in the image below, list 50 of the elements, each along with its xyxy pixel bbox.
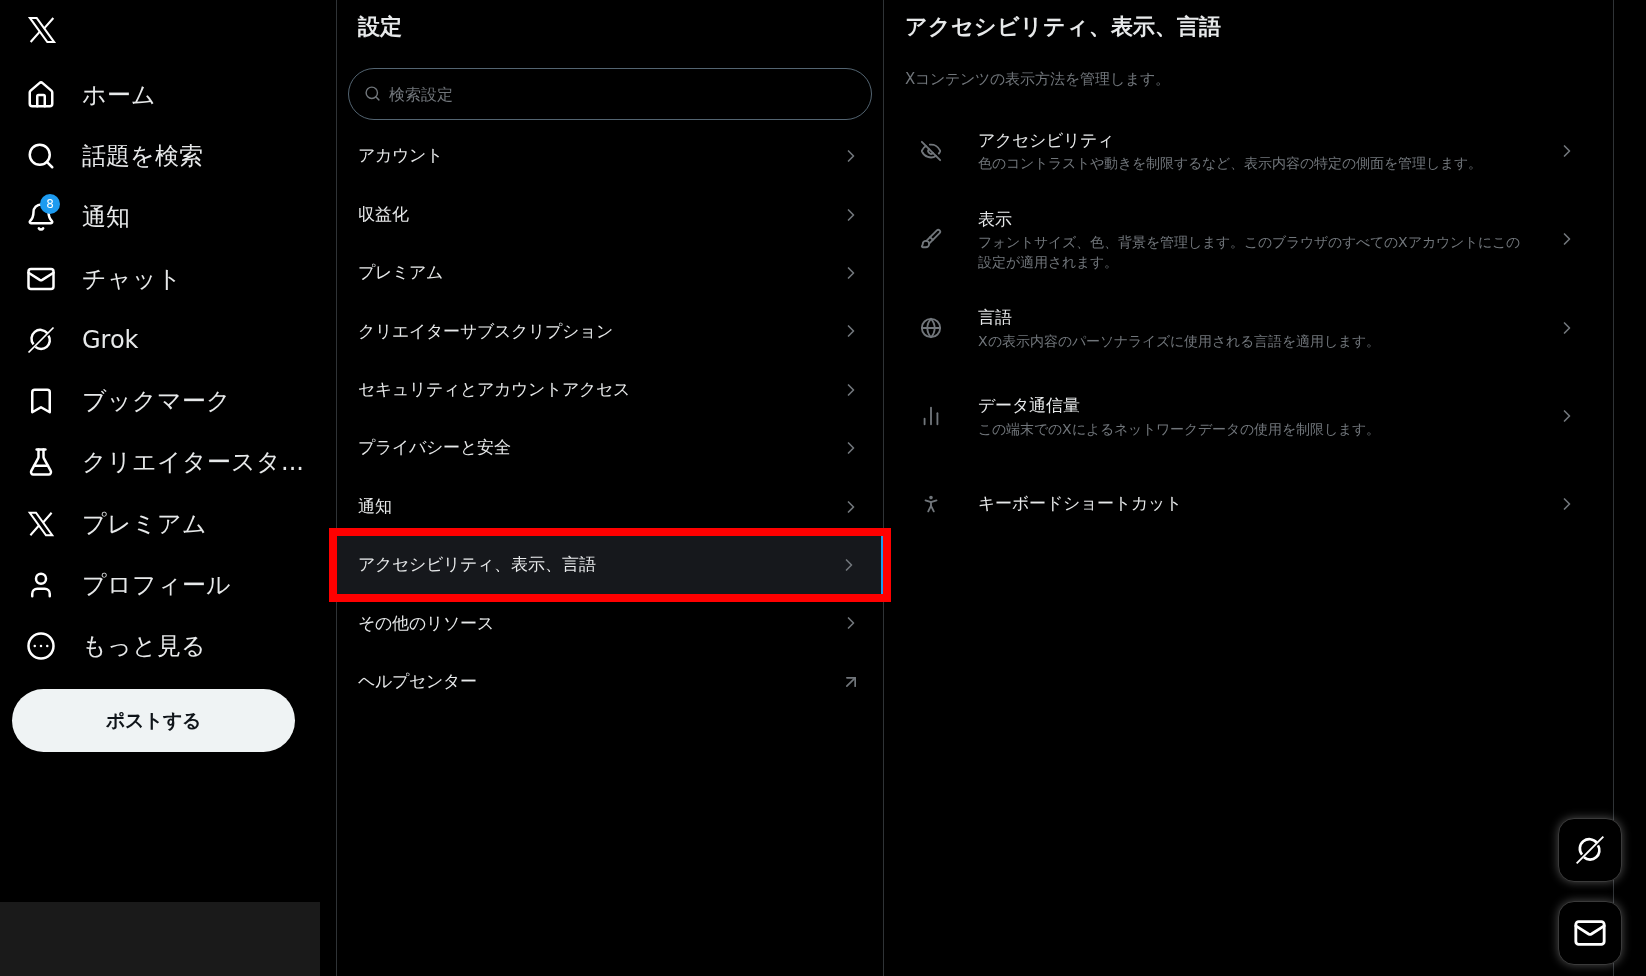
settings-item[interactable]: アカウント: [337, 127, 883, 186]
slashed-circle-icon: [1574, 834, 1606, 866]
brush-icon: [920, 228, 942, 251]
x-logo[interactable]: [26, 14, 58, 46]
option-title: 言語: [978, 306, 1013, 330]
settings-title: 設定: [357, 12, 403, 41]
option-description: 色のコントラストや動きを制限するなど、表示内容の特定の側面を管理します。: [978, 154, 1483, 174]
option-title: アクセシビリティ: [978, 128, 1115, 152]
more-icon: [26, 631, 56, 662]
settings-option[interactable]: 表示 フォントサイズ、色、背景を管理します。このブラウザのすべてのXアカウントにこの設定が適用されます。: [884, 194, 1613, 284]
slashed-circle-icon: [26, 324, 56, 355]
nav-item[interactable]: もっと見る: [12, 615, 222, 677]
option-title: 表示: [978, 207, 1013, 231]
option-description: フォントサイズ、色、背景を管理します。このブラウザのすべてのXアカウントにこの設定が適用されます。: [978, 233, 1521, 272]
search-icon: [364, 85, 381, 102]
page-title: アクセシビリティ、表示、言語: [904, 12, 1222, 41]
settings-item[interactable]: 収益化: [337, 185, 883, 244]
settings-option[interactable]: キーボードショートカット: [884, 460, 1613, 548]
settings-item[interactable]: その他のリソース: [337, 594, 883, 653]
nav-item[interactable]: チャット: [12, 247, 198, 310]
settings-option[interactable]: アクセシビリティ 色のコントラストや動きを制限するなど、表示内容の特定の側面を管理します。: [884, 106, 1613, 195]
notification-badge: 8: [40, 194, 60, 215]
settings-item[interactable]: プレミアム: [337, 243, 883, 303]
nav-item[interactable]: ホーム: [12, 64, 172, 126]
settings-item[interactable]: セキュリティとアカウントアクセス: [337, 360, 883, 419]
settings-option[interactable]: データ通信量 この端末でのXによるネットワークデータの使用を制限します。: [884, 372, 1613, 460]
settings-item[interactable]: ヘルプセンター: [337, 652, 883, 711]
globe-icon: [920, 317, 942, 339]
nav-item[interactable]: クリエイタースタ...: [12, 431, 320, 494]
messages-button[interactable]: [1558, 901, 1622, 965]
nav-item[interactable]: プロフィール: [12, 554, 247, 616]
settings-item[interactable]: 通知: [337, 477, 883, 536]
nav-item[interactable]: プレミアム: [12, 493, 223, 555]
nav-item[interactable]: Grok: [12, 309, 155, 371]
nav-item[interactable]: 話題を検索: [12, 125, 219, 187]
page-description: Xコンテンツの表示方法を管理します。: [904, 69, 1172, 90]
nav-item[interactable]: 8 通知: [12, 186, 146, 248]
post-button[interactable]: ポストする: [12, 688, 295, 752]
option-description: Xの表示内容のパーソナライズに使用される言語を適用します。: [978, 331, 1381, 351]
settings-item[interactable]: プライバシーと安全: [337, 418, 883, 478]
option-description: この端末でのXによるネットワークデータの使用を制限します。: [978, 419, 1381, 439]
home-icon: [26, 79, 56, 110]
settings-option[interactable]: 言語 Xの表示内容のパーソナライズに使用される言語を適用します。: [884, 284, 1613, 372]
search-field[interactable]: 検索設定: [348, 68, 872, 120]
grok-button[interactable]: [1558, 818, 1622, 882]
nav-item[interactable]: ブックマーク: [12, 370, 247, 432]
settings-item[interactable]: クリエイターサブスクリプション: [337, 302, 883, 361]
option-title: キーボードショートカット: [978, 492, 1183, 516]
eye-off-icon: [920, 139, 942, 162]
option-title: データ通信量: [978, 394, 1081, 418]
